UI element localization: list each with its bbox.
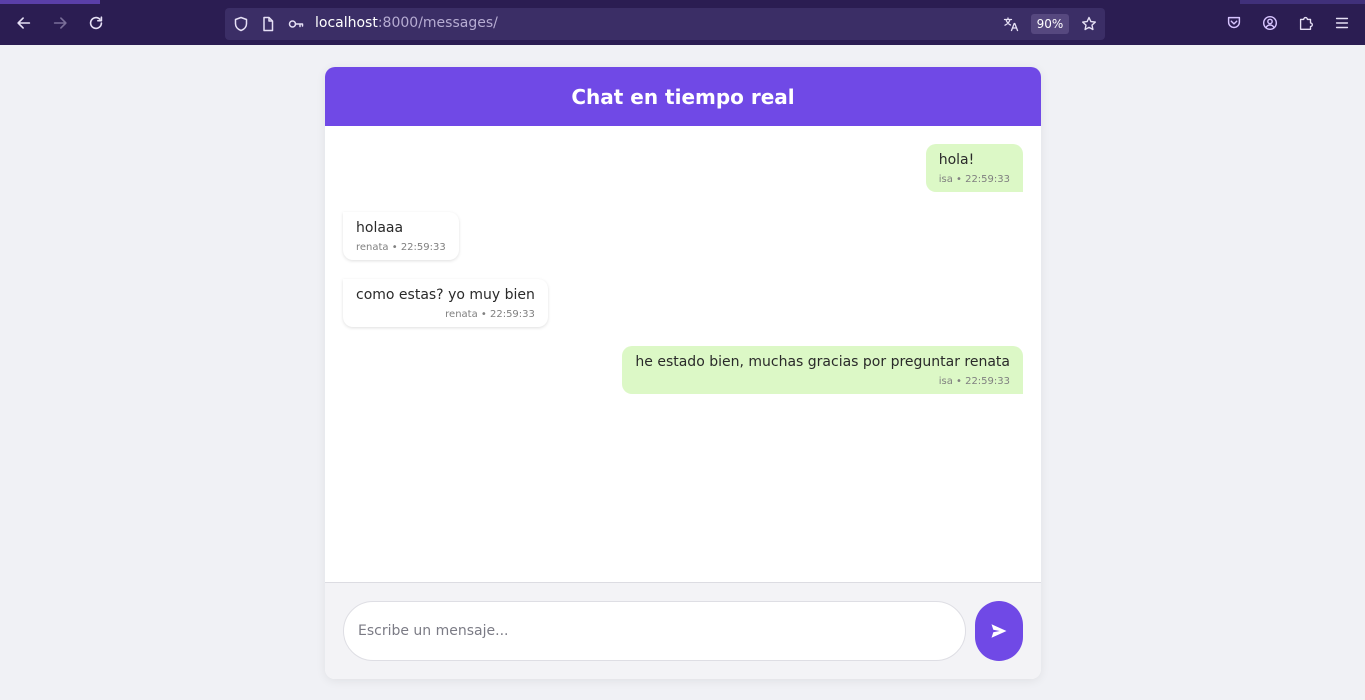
translate-icon[interactable] bbox=[1002, 15, 1020, 33]
shield-icon[interactable] bbox=[232, 15, 250, 33]
chat-title: Chat en tiempo real bbox=[325, 67, 1041, 126]
message-meta: isa • 22:59:33 bbox=[938, 174, 1010, 185]
message-sent[interactable]: hola! isa • 22:59:33 bbox=[925, 144, 1023, 192]
star-icon[interactable] bbox=[1080, 15, 1098, 33]
chat-card: Chat en tiempo real hola! isa • 22:59:33… bbox=[325, 67, 1041, 679]
zoom-level[interactable]: 90% bbox=[1031, 14, 1069, 34]
message-received[interactable]: como estas? yo muy bien renata • 22:59:3… bbox=[343, 279, 548, 327]
message-text: he estado bien, muchas gracias por pregu… bbox=[635, 354, 1010, 370]
message-composer bbox=[325, 582, 1041, 679]
menu-icon[interactable] bbox=[1331, 12, 1353, 34]
message-input[interactable] bbox=[343, 601, 966, 661]
message-meta: isa • 22:59:33 bbox=[938, 376, 1010, 387]
url-path: :8000/messages/ bbox=[377, 15, 498, 31]
message-text: como estas? yo muy bien bbox=[356, 287, 535, 303]
message-received[interactable]: holaaa renata • 22:59:33 bbox=[343, 212, 459, 260]
message-sent[interactable]: he estado bien, muchas gracias por pregu… bbox=[622, 346, 1023, 394]
url-bar[interactable]: localhost:8000/messages/ 90% bbox=[225, 8, 1105, 40]
url-host: localhost bbox=[315, 15, 378, 31]
tab-strip bbox=[0, 0, 1365, 4]
key-icon[interactable] bbox=[287, 15, 305, 33]
forward-icon[interactable] bbox=[49, 12, 71, 34]
account-icon[interactable] bbox=[1259, 12, 1281, 34]
send-button[interactable] bbox=[975, 601, 1023, 661]
url-text[interactable]: localhost:8000/messages/ bbox=[315, 15, 498, 31]
send-icon bbox=[991, 624, 1007, 638]
pocket-icon[interactable] bbox=[1223, 12, 1245, 34]
reload-icon[interactable] bbox=[85, 12, 107, 34]
message-list[interactable]: hola! isa • 22:59:33 holaaa renata • 22:… bbox=[325, 126, 1041, 582]
message-text: holaaa bbox=[356, 220, 404, 236]
message-meta: renata • 22:59:33 bbox=[356, 242, 446, 253]
browser-toolbar: localhost:8000/messages/ 90% bbox=[0, 0, 1365, 45]
tab-indicator[interactable] bbox=[1240, 0, 1365, 4]
back-icon[interactable] bbox=[13, 12, 35, 34]
tab-indicator[interactable] bbox=[0, 0, 100, 4]
page-icon[interactable] bbox=[259, 15, 277, 33]
message-meta: renata • 22:59:33 bbox=[445, 309, 535, 320]
message-text: hola! bbox=[938, 152, 975, 168]
extensions-icon[interactable] bbox=[1295, 12, 1317, 34]
